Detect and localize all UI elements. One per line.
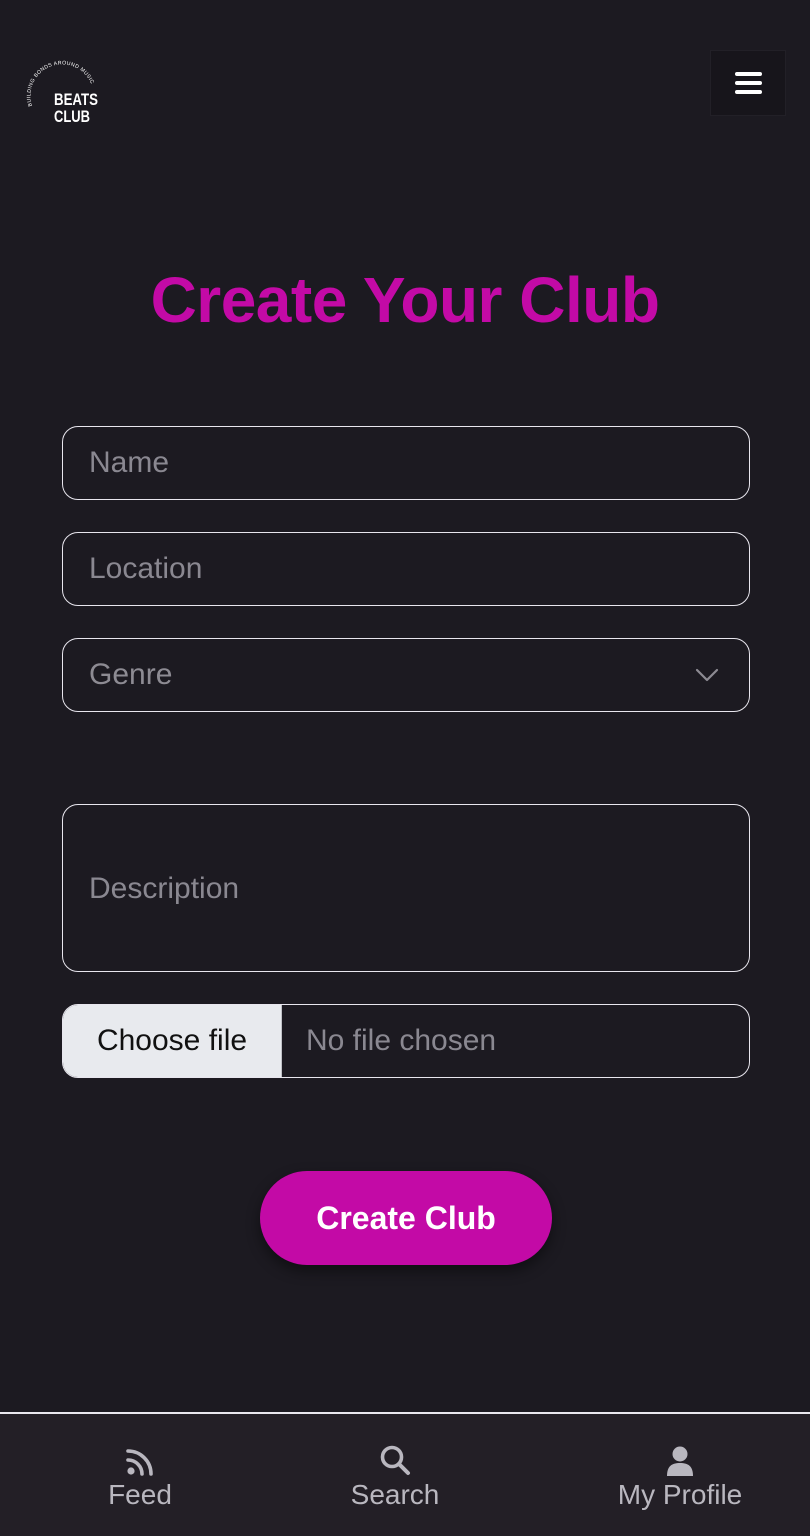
- create-club-page: BUILDING BONDS AROUND MUSIC BEATS CLUB C…: [0, 0, 810, 1536]
- menu-button[interactable]: [710, 50, 786, 116]
- file-status-text: No file chosen: [306, 1024, 497, 1057]
- choose-file-button[interactable]: Choose file: [63, 1005, 282, 1077]
- chevron-down-icon: [695, 668, 719, 682]
- svg-text:CLUB: CLUB: [54, 107, 90, 126]
- nav-label-my-profile: My Profile: [617, 1479, 743, 1510]
- location-input[interactable]: [62, 532, 750, 606]
- genre-select[interactable]: Genre: [62, 638, 750, 712]
- nav-item-search[interactable]: Search: [325, 1414, 465, 1534]
- nav-label-feed: Feed: [108, 1479, 172, 1510]
- beats-club-logo[interactable]: BUILDING BONDS AROUND MUSIC BEATS CLUB: [26, 60, 102, 128]
- nav-label-search: Search: [350, 1479, 440, 1510]
- hamburger-icon: [734, 72, 762, 94]
- search-icon: [380, 1445, 410, 1475]
- name-input[interactable]: [62, 426, 750, 500]
- nav-item-feed[interactable]: Feed: [70, 1414, 210, 1534]
- genre-select-value: Genre: [89, 658, 173, 691]
- page-title: Create Your Club: [150, 264, 660, 336]
- file-upload[interactable]: Choose file No file chosen: [62, 1004, 750, 1078]
- user-icon: [667, 1446, 693, 1476]
- logo-graphic: BUILDING BONDS AROUND MUSIC BEATS CLUB: [26, 60, 98, 126]
- nav-item-my-profile[interactable]: My Profile: [600, 1414, 760, 1534]
- bottom-navigation: Feed Search My Profile: [0, 1412, 810, 1536]
- rss-icon: [126, 1449, 153, 1476]
- description-textarea[interactable]: [62, 804, 750, 972]
- create-club-button[interactable]: Create Club: [260, 1171, 552, 1265]
